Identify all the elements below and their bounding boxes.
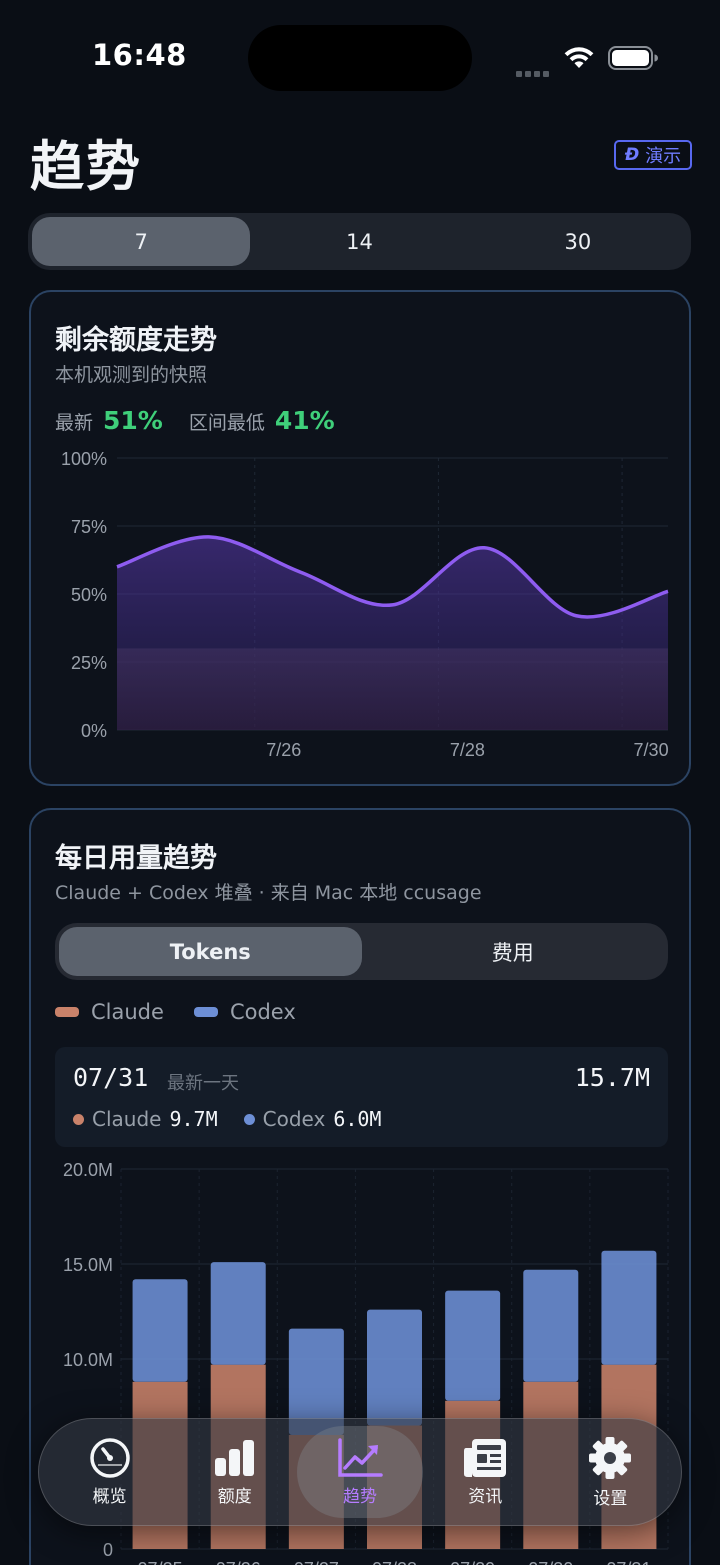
summary-codex-value: 6.0M (333, 1107, 382, 1131)
usage-card-title: 每日用量趋势 (55, 843, 217, 874)
y-tick-label: 25% (71, 653, 107, 673)
quota-card-subtitle: 本机观测到的快照 (55, 364, 208, 386)
tab-settings[interactable]: 设置 (548, 1426, 673, 1518)
legend-item-codex: Codex (193, 1000, 296, 1024)
summary-date: 07/31 (73, 1063, 149, 1092)
tab-news-label: 资讯 (468, 1486, 503, 1507)
tab-settings-label: 设置 (593, 1488, 628, 1509)
x-tick-label: 07/26 (216, 1559, 261, 1565)
cellular-signal-icon (516, 62, 552, 77)
chart-legend: Claude Codex (55, 1000, 326, 1024)
gauge-icon (89, 1437, 130, 1478)
tab-overview[interactable]: 概览 (47, 1426, 172, 1518)
summary-claude-label: Claude (92, 1107, 162, 1131)
latest-day-summary: 07/31 最新一天 15.7M Claude 9.7M Codex 6.0M (55, 1047, 668, 1147)
usage-card-subtitle: Claude + Codex 堆叠 · 来自 Mac 本地 ccusage (55, 882, 482, 904)
min-label: 区间最低 (188, 412, 265, 434)
bar-codex-07-28[interactable] (367, 1309, 422, 1426)
metric-tab-cost[interactable]: 费用 (362, 927, 665, 976)
page-title: 趋势 (30, 135, 142, 198)
summary-latest-label: 最新一天 (167, 1073, 239, 1094)
y-tick-label: 0 (103, 1540, 113, 1560)
latest-label: 最新 (55, 412, 94, 434)
quota-stats: 最新 51% 区间最低 41% (55, 406, 361, 435)
y-tick-label: 15.0M (63, 1255, 113, 1275)
x-tick-label: 07/25 (138, 1559, 183, 1565)
x-tick-label: 7/28 (450, 740, 485, 760)
range-selector: 7 14 30 (28, 213, 691, 270)
claude-dot (73, 1113, 84, 1125)
y-tick-label: 50% (71, 585, 107, 605)
metric-tab-tokens[interactable]: Tokens (59, 927, 362, 976)
tab-quota-label: 额度 (217, 1486, 252, 1507)
legend-item-claude: Claude (55, 1000, 164, 1024)
range-option-14[interactable]: 14 (250, 217, 468, 266)
battery-icon (608, 46, 658, 70)
x-tick-label: 07/30 (528, 1559, 573, 1565)
gear-icon (589, 1436, 632, 1479)
tab-news[interactable]: 资讯 (423, 1426, 548, 1518)
codex-dot (243, 1113, 255, 1125)
y-tick-label: 0% (81, 721, 107, 741)
quota-area-chart: 100% 75% 50% 25% 0% 7/26 7/28 7/30 (61, 449, 669, 760)
status-time: 16:48 (92, 38, 187, 72)
range-option-30[interactable]: 30 (469, 217, 687, 266)
x-tick-label: 7/30 (634, 740, 669, 760)
x-tick-label: 07/29 (450, 1559, 495, 1565)
range-option-7[interactable]: 7 (32, 217, 251, 266)
bar-codex-07-31[interactable] (601, 1250, 657, 1365)
x-tick-label: 07/27 (294, 1559, 339, 1565)
legend-swatch-codex (193, 1007, 218, 1017)
wifi-icon (564, 47, 594, 68)
dynamic-island (248, 25, 472, 91)
legend-label-claude: Claude (91, 1000, 164, 1024)
x-tick-label: 07/31 (606, 1559, 651, 1565)
bar-codex-07-25[interactable] (132, 1279, 188, 1382)
min-value: 41% (274, 406, 335, 435)
x-tick-label: 07/28 (372, 1559, 417, 1565)
x-tick-label: 7/26 (266, 740, 301, 760)
y-tick-label: 100% (61, 449, 107, 469)
tab-bar: 概览 额度 趋势 资讯 设置 (38, 1418, 682, 1526)
quota-area-fill (117, 536, 668, 730)
demo-badge-label: 演示 (645, 146, 682, 167)
summary-claude-value: 9.7M (169, 1107, 218, 1131)
bar-chart-icon (214, 1439, 254, 1476)
demo-badge[interactable]: Ð 演示 (614, 140, 692, 170)
metric-selector: Tokens 费用 (55, 923, 668, 980)
latest-value: 51% (103, 406, 163, 435)
tab-trend[interactable]: 趋势 (297, 1426, 423, 1518)
quota-trend-card: 剩余额度走势 本机观测到的快照 最新 51% 区间最低 41% 100% 75% 5… (29, 290, 691, 786)
bar-codex-07-29[interactable] (445, 1290, 501, 1401)
summary-total: 15.7M (574, 1063, 650, 1092)
y-tick-label: 75% (71, 517, 107, 537)
trend-icon (338, 1437, 383, 1477)
tab-overview-label: 概览 (92, 1486, 127, 1507)
y-tick-label: 10.0M (63, 1350, 113, 1370)
tab-quota[interactable]: 额度 (172, 1426, 297, 1518)
legend-swatch-claude (55, 1007, 79, 1017)
y-tick-label: 20.0M (63, 1160, 113, 1180)
quota-card-title: 剩余额度走势 (55, 325, 217, 356)
demo-icon: Ð (624, 145, 640, 165)
legend-label-codex: Codex (229, 1000, 296, 1024)
bar-codex-07-26[interactable] (210, 1262, 266, 1365)
bar-codex-07-30[interactable] (523, 1269, 579, 1382)
news-icon (464, 1438, 507, 1477)
summary-codex-label: Codex (262, 1107, 326, 1131)
tab-trend-label: 趋势 (343, 1486, 377, 1507)
summary-breakdown: Claude 9.7M Codex 6.0M (73, 1107, 407, 1131)
